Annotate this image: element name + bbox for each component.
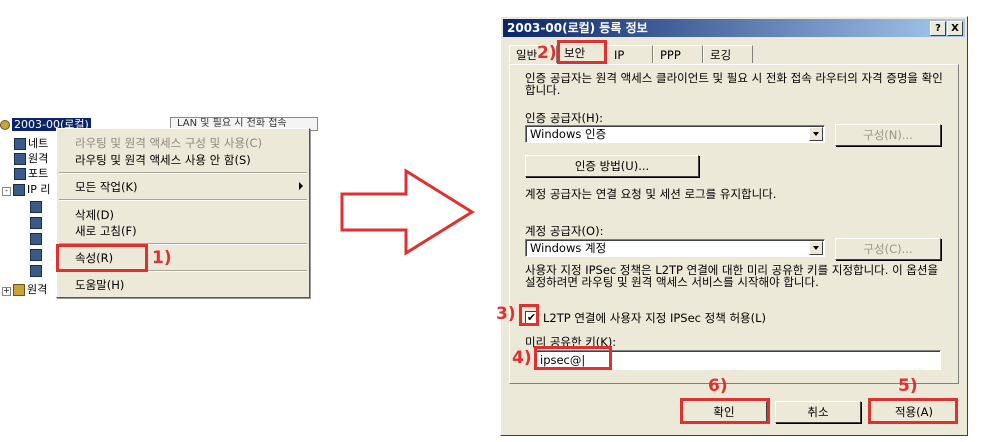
auth-provider-value: Windows 인증 — [530, 127, 607, 141]
step-label-1: 1) — [152, 248, 172, 268]
menu-item-refresh[interactable]: 새로 고침(F) — [75, 223, 137, 239]
acct-provider-value: Windows 계정 — [530, 241, 607, 255]
step-label-5: 5) — [898, 376, 918, 396]
acct-provider-select[interactable]: Windows 계정 — [525, 239, 825, 257]
auth-provider-label: 인증 공급자(H): — [525, 111, 604, 125]
ip-routing-icon — [13, 184, 25, 196]
dropdown-arrow-icon[interactable] — [809, 127, 823, 141]
right-arrow-icon — [340, 168, 475, 256]
highlight-apply-button — [868, 398, 958, 424]
menu-item-help[interactable]: 도움말(H) — [75, 277, 124, 293]
dialog-title: 2003-00(로컬) 등록 정보 — [507, 21, 648, 35]
tree-child-4[interactable] — [30, 248, 44, 262]
step-label-6: 6) — [708, 376, 728, 396]
expand-plus-icon[interactable]: + — [2, 287, 11, 296]
highlight-security-tab — [557, 40, 607, 64]
menu-separator — [59, 172, 307, 174]
tab-ip[interactable]: IP — [607, 45, 653, 63]
step-label-3: 3) — [496, 304, 516, 324]
tree-item-ip-routing[interactable]: - IP 리 — [2, 183, 51, 197]
menu-item-disable[interactable]: 라우팅 및 원격 액세스 사용 안 함(S) — [75, 152, 251, 168]
tree-item-label: 원격 — [28, 152, 49, 165]
tree-item-remote-clients[interactable]: 원격 — [14, 152, 48, 166]
submenu-arrow-icon — [299, 182, 303, 190]
remote-clients-icon — [14, 153, 26, 165]
highlight-properties — [56, 244, 148, 272]
server-icon — [0, 120, 10, 130]
menu-item-all-tasks[interactable]: 모든 작업(K) — [75, 179, 138, 195]
tree-child-2[interactable] — [30, 216, 44, 230]
tab-logging[interactable]: 로깅 — [703, 45, 753, 63]
policy-icon — [13, 284, 25, 296]
dropdown-arrow-icon[interactable] — [809, 241, 823, 255]
ports-icon — [14, 168, 26, 180]
configure-auth-button[interactable]: 구성(N)... — [835, 124, 941, 146]
acct-description: 계정 공급자는 연결 요청 및 세션 로그를 유지합니다. — [525, 187, 777, 201]
tree-child-3[interactable] — [30, 232, 44, 246]
tree-item-label: 포트 — [28, 167, 49, 180]
tree-item-label: 원격 — [27, 283, 48, 296]
properties-dialog: 2003-00(로컬) 등록 정보 ? X 일반 보안 IP PPP 로깅 인증… — [500, 16, 968, 436]
routing-node-icon — [30, 249, 42, 261]
tree-item-label: IP 리 — [27, 183, 51, 196]
network-interface-icon — [14, 138, 26, 150]
help-button[interactable]: ? — [930, 21, 946, 36]
acct-provider-label: 계정 공급자(O): — [525, 224, 604, 238]
tree-child-5[interactable] — [30, 264, 44, 278]
ipsec-description: 사용자 지정 IPSec 정책은 L2TP 연결에 대한 미리 공유한 키를 지… — [525, 263, 939, 289]
tree-item-network[interactable]: 네트 — [14, 137, 48, 151]
dialog-title-bar: 2003-00(로컬) 등록 정보 ? X — [503, 19, 965, 37]
context-menu: 라우팅 및 원격 액세스 구성 및 사용(C) 라우팅 및 원격 액세스 사용 … — [56, 128, 310, 298]
tab-ppp[interactable]: PPP — [653, 45, 703, 63]
ipsec-checkbox-label[interactable]: L2TP 연결에 사용자 지정 IPSec 정책 허용(L) — [543, 310, 766, 326]
routing-node-icon — [30, 265, 42, 277]
routing-node-icon — [30, 233, 42, 245]
highlight-ipsec-checkbox — [519, 304, 539, 326]
console-tree: 2003-00(로컬) 네트 원격 포트 - IP 리 + 원격 — [0, 118, 91, 298]
auth-methods-button[interactable]: 인증 방법(U)... — [525, 155, 699, 177]
menu-item-delete[interactable]: 삭제(D) — [75, 207, 114, 223]
tree-item-ports[interactable]: 포트 — [14, 167, 48, 181]
step-label-4: 4) — [512, 348, 532, 368]
menu-separator — [59, 199, 307, 201]
expand-minus-icon[interactable]: - — [2, 187, 11, 196]
tree-item-remote-policy[interactable]: + 원격 — [2, 283, 47, 297]
close-button[interactable]: X — [947, 21, 963, 36]
configure-acct-button[interactable]: 구성(C)... — [835, 238, 941, 260]
highlight-ok-button — [680, 398, 770, 424]
step-label-2: 2) — [537, 43, 557, 63]
highlight-preshared-key — [534, 346, 612, 370]
routing-node-icon — [30, 201, 42, 213]
tree-child-1[interactable] — [30, 200, 44, 214]
routing-node-icon — [30, 217, 42, 229]
menu-item-configure-enable: 라우팅 및 원격 액세스 구성 및 사용(C) — [75, 136, 263, 150]
auth-provider-select[interactable]: Windows 인증 — [525, 125, 825, 143]
cancel-button[interactable]: 취소 — [775, 401, 861, 423]
tree-item-label: 네트 — [28, 137, 49, 150]
auth-description: 인증 공급자는 원격 액세스 클라이언트 및 필요 시 전화 접속 라우터의 자… — [525, 71, 943, 97]
